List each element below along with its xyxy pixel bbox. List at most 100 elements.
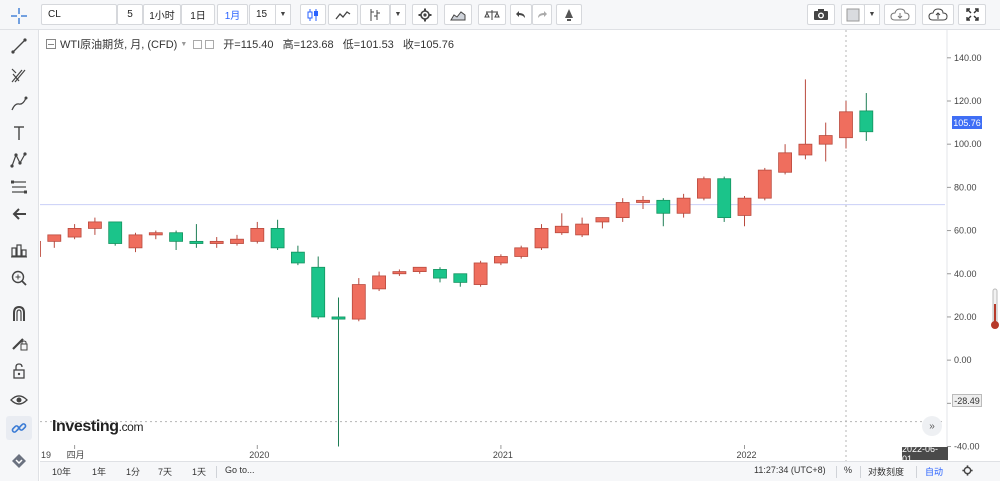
interval-dropdown-caret-icon[interactable]: ▼ (275, 4, 291, 25)
time-axis-label: 2021 (493, 450, 513, 460)
line-chart-icon[interactable] (328, 4, 358, 25)
price-axis-label: 140.00 (954, 53, 982, 63)
brush-icon[interactable] (6, 92, 32, 116)
candle-body (839, 111, 853, 139)
legend-settings-icon[interactable] (193, 39, 203, 49)
legend-close-icon[interactable] (205, 39, 215, 49)
collapse-toolbar-icon[interactable] (6, 449, 32, 473)
eye-visibility-icon[interactable] (6, 388, 32, 412)
camera-snapshot-icon[interactable] (807, 4, 835, 25)
alert-bell-icon[interactable] (556, 4, 582, 25)
text-tool-icon[interactable] (6, 121, 32, 145)
price-axis-label: 0.00 (954, 355, 972, 365)
bottom-settings-gear-icon[interactable] (962, 465, 973, 478)
candle-body (27, 240, 41, 257)
time-axis-label: 2020 (249, 450, 269, 460)
interval-1m-button[interactable]: 1月 (217, 4, 248, 25)
interval-value-select[interactable]: 15 (249, 4, 277, 25)
candle-body (818, 135, 833, 145)
percent-scale-button[interactable]: % (844, 465, 852, 475)
interval-1d-button[interactable]: 1日 (181, 4, 215, 25)
range-7d-button[interactable]: 7天 (158, 465, 172, 478)
settings-gear-icon[interactable] (412, 4, 438, 25)
crosshair-icon[interactable] (6, 4, 32, 28)
price-axis-label: -40.00 (954, 442, 980, 452)
indicators-icon[interactable] (360, 4, 390, 25)
candlestick-chart[interactable]: 140.00 120.00 100.00 80.00 60.00 40.00 20.00 0.… (27, 30, 1000, 461)
candle-body (148, 232, 163, 236)
range-10y-button[interactable]: 10年 (52, 465, 71, 478)
lock-drawings-pencil-icon[interactable] (6, 331, 32, 355)
time-axis-label: 2022 (737, 450, 757, 460)
candle-body (534, 228, 549, 249)
candle-body (737, 197, 752, 216)
legend-low: 低=101.53 (342, 39, 394, 51)
candle-body (209, 240, 224, 244)
indicators-dropdown-caret-icon[interactable]: ▼ (390, 4, 406, 25)
legend-caret-icon[interactable]: ▼ (180, 41, 187, 48)
compare-scale-icon[interactable] (478, 4, 506, 25)
candle-body (514, 247, 529, 257)
candle-body (230, 238, 244, 244)
legend-open: 开=115.40 (223, 39, 274, 51)
color-dropdown-caret-icon[interactable]: ▼ (864, 4, 880, 25)
last-price-label: 105.76 (952, 116, 982, 129)
candle-body (615, 202, 630, 219)
candle-body (412, 266, 427, 272)
back-arrow-icon[interactable] (6, 202, 32, 226)
interval-1h-button[interactable]: 1小时 (143, 4, 181, 25)
price-axis-label: 60.00 (954, 226, 977, 236)
undo-icon[interactable] (510, 4, 532, 25)
cloud-upload-icon[interactable] (922, 4, 954, 25)
cursor-price-label: -28.49 (952, 394, 982, 407)
price-axis-label: 80.00 (954, 182, 977, 192)
clock-timezone[interactable]: 11:27:34 (UTC+8) (754, 465, 826, 475)
candlestick-type-icon[interactable] (300, 4, 326, 25)
candle-body (88, 221, 102, 229)
symbol-input[interactable]: CL (41, 4, 117, 25)
candle-body (169, 232, 184, 242)
candle-body (453, 273, 468, 283)
candle-body (656, 199, 671, 214)
candle-body (250, 228, 265, 242)
range-1y-button[interactable]: 1年 (92, 465, 106, 478)
bottom-bar: 10年 1年 1分 7天 1天 Go to... 11:27:34 (UTC+8… (40, 461, 1000, 481)
legend-collapse-icon[interactable] (46, 39, 56, 49)
candle-body (108, 221, 123, 244)
time-axis-label: 19 (41, 450, 51, 460)
candle-body (636, 199, 650, 203)
legend-close: 收=105.76 (402, 39, 454, 51)
fib-retracement-icon[interactable] (6, 175, 32, 199)
pattern-tool-icon[interactable] (6, 148, 32, 172)
goto-date-button[interactable]: Go to... (225, 465, 255, 475)
log-scale-button[interactable]: 对数刻度 (868, 465, 904, 478)
candle-body (595, 217, 610, 223)
lock-icon[interactable] (6, 359, 32, 383)
zoom-in-icon[interactable] (6, 266, 32, 290)
redo-icon[interactable] (532, 4, 552, 25)
candle-body (128, 234, 143, 249)
fullscreen-icon[interactable] (958, 4, 986, 25)
candle-body (798, 143, 813, 156)
cursor-date-label: 2022-06-01 (902, 444, 948, 464)
range-1min-button[interactable]: 1分 (126, 465, 140, 478)
chart-layout-icon[interactable] (6, 238, 32, 262)
investing-logo: Investing.com (52, 418, 144, 435)
candle-body (372, 275, 387, 290)
cloud-download-icon[interactable] (884, 4, 916, 25)
trend-line-icon[interactable] (6, 34, 32, 58)
candle-body (290, 251, 305, 264)
area-chart-icon[interactable] (444, 4, 472, 25)
price-axis-label: 120.00 (954, 96, 982, 106)
chart-area[interactable]: 140.00 120.00 100.00 80.00 60.00 40.00 20.00 0.… (27, 30, 1000, 461)
thermometer-widget-icon[interactable] (990, 288, 1000, 330)
interval-number-button[interactable]: 5 (117, 4, 143, 25)
link-icon[interactable] (6, 416, 32, 440)
scroll-to-latest-icon[interactable]: » (922, 416, 942, 436)
range-1d-button[interactable]: 1天 (192, 465, 206, 478)
color-square-icon[interactable] (841, 4, 865, 25)
candle-body (331, 316, 346, 320)
pitchfork-icon[interactable] (6, 63, 32, 87)
auto-scale-button[interactable]: 自动 (925, 465, 943, 478)
magnet-icon[interactable] (6, 302, 32, 326)
